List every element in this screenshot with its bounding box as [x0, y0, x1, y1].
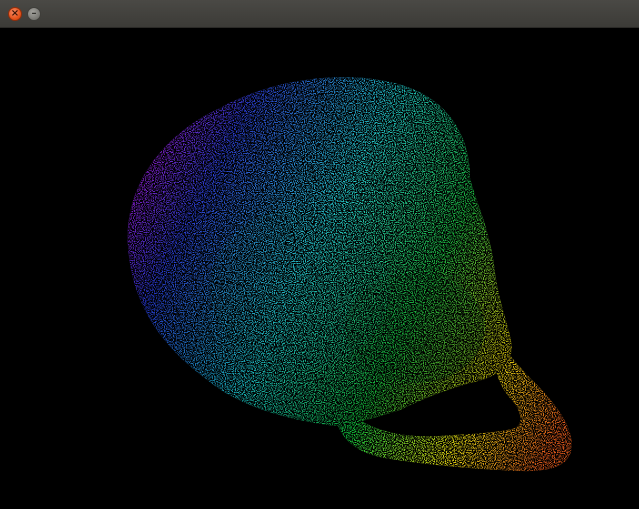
close-button[interactable]: × — [8, 7, 22, 21]
minimize-icon: – — [31, 8, 37, 19]
minimize-button[interactable]: – — [27, 7, 41, 21]
app-window: × – — [0, 0, 639, 509]
skull-mesh — [127, 77, 572, 472]
render-viewport[interactable] — [0, 28, 639, 509]
skull-render — [127, 77, 572, 472]
close-icon: × — [10, 8, 20, 19]
window-titlebar[interactable]: × – — [0, 0, 639, 28]
